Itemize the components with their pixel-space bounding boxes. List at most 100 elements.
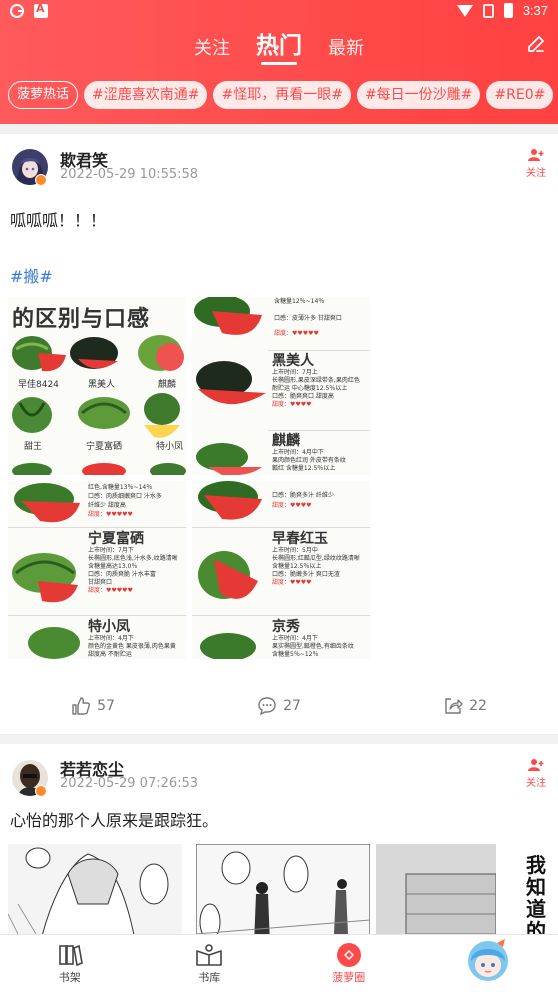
g-icon (10, 4, 24, 18)
manga-text-line: 我知 (526, 853, 546, 899)
comment-count: 27 (283, 698, 301, 714)
post-image[interactable] (8, 844, 182, 934)
tab-following[interactable]: 关注 (194, 34, 230, 64)
follow-label: 关注 (526, 778, 546, 789)
variety-line: 长椭圆形,底色浅,汁水多,纹路清晰 (88, 555, 178, 562)
hot-topics-label[interactable]: 菠萝热话 (8, 81, 79, 109)
variety-line: 甜度：♥♥♥♥ (272, 401, 312, 408)
post-tag[interactable]: #搬# (10, 263, 53, 287)
variety-line: 甜度：♥♥♥♥♥ (274, 330, 319, 337)
manga-panel-graphic (196, 844, 370, 934)
nav-bookshelf[interactable]: 书架 (0, 935, 140, 992)
nav-library[interactable]: 书库 (140, 935, 280, 992)
app-root: 3:37 关注 热门 最新 菠萝热话 #涩鹿喜欢南通# #怪耶，再看一眼# #每… (0, 0, 558, 992)
variety-row: 红色,含糖量13％~14％ 口感：肉质细嫩爽口 汁水多 纤维少 甜度高 甜度：♥… (88, 483, 186, 519)
share-button[interactable]: 22 (372, 691, 558, 721)
variety-line: 甜度：♥♥♥♥♥ (88, 587, 133, 594)
variety-line: 口感：皮薄汁多 甘甜爽口 (274, 315, 342, 322)
divider (8, 527, 186, 528)
pineapple-circle-icon (336, 943, 361, 967)
nav-profile[interactable] (419, 935, 558, 992)
tab-latest[interactable]: 最新 (328, 34, 364, 64)
variety-label: 麒麟 (158, 378, 176, 390)
variety-label: 特小凤 (156, 440, 183, 452)
variety-line: 纤维少 甜度高 (88, 502, 126, 509)
post-image[interactable]: 红色,含糖量13％~14％ 口感：肉质细嫩爽口 汁水多 纤维少 甜度高 甜度：♥… (8, 481, 186, 659)
variety-line: 上市时间：7月上 (272, 369, 318, 376)
wifi-icon (456, 4, 473, 17)
variety-line: 甜度：♥♥♥♥♥ (88, 511, 133, 518)
variety-line: 口感：脆爽多汁 纤维少 (272, 492, 334, 499)
post-text: 呱呱呱！！！ (10, 211, 107, 230)
watermelon-graphic (12, 393, 180, 438)
variety-table: 含糖量12％~14％ 口感：皮薄汁多 甘甜爽口 甜度：♥♥♥♥♥ 黑美人 上市时… (268, 297, 370, 475)
edit-icon[interactable] (526, 34, 546, 54)
watermelon-graphic (198, 481, 262, 659)
tab-hot[interactable]: 热门 (256, 26, 302, 65)
like-count: 57 (97, 698, 115, 714)
variety-line: 甘甜爽口 (88, 579, 113, 586)
divider (192, 615, 370, 616)
post-actions: 57 27 22 (0, 691, 558, 721)
follow-button[interactable]: 关注 (524, 758, 548, 789)
comment-button[interactable]: 27 (186, 691, 372, 721)
variety-line: 上市时间：4月下 (272, 635, 318, 642)
variety-row: 麒麟 上市时间：4月中下 果肉颜色红润 外皮带有条纹 瓤红 含糖量12.5％以上 (272, 433, 370, 473)
variety-label: 甜王 (24, 440, 42, 452)
manga-text: 我知 道的 (526, 854, 552, 934)
follow-label: 关注 (526, 168, 546, 179)
post-image[interactable]: 含糖量12％~14％ 口感：皮薄汁多 甘甜爽口 甜度：♥♥♥♥♥ 黑美人 上市时… (192, 297, 370, 475)
share-icon (445, 698, 463, 714)
bottom-nav: 书架 书库 菠萝圈 (0, 934, 558, 992)
variety-line: 口感：脆嫩多汁 爽口无渣 (272, 571, 340, 578)
variety-line: 长椭圆形,红瓤瓜型,绿纹纹路清晰 (272, 555, 360, 562)
nav-pineapple-circle[interactable]: 菠萝圈 (279, 935, 419, 992)
top-header: 3:37 关注 热门 最新 菠萝热话 #涩鹿喜欢南通# #怪耶，再看一眼# #每… (0, 0, 558, 124)
hot-topic-chip[interactable]: #涩鹿喜欢南通# (84, 81, 208, 109)
variety-row: 口感：脆爽多汁 纤维少 甜度：♥♥♥♥ (272, 491, 370, 511)
variety-line: 红色,含糖量13％~14％ (88, 484, 153, 491)
hot-topic-chip[interactable]: #怪耶，再看一眼# (213, 81, 351, 109)
post-image[interactable]: 我知 道的 (376, 844, 552, 934)
variety-line: 含糖量12.5％以上 (272, 563, 322, 570)
thumbs-up-icon (72, 697, 91, 715)
post-image[interactable]: 口感：脆爽多汁 纤维少 甜度：♥♥♥♥ 早春红玉 上市时间：5月中 长椭圆形,红… (192, 481, 370, 659)
status-bar: 3:37 (0, 0, 558, 24)
add-user-icon (528, 149, 544, 161)
post-feed[interactable]: 欺君笑 2022-05-29 10:55:58 关注 呱呱呱！！！ #搬# 的区… (0, 124, 558, 934)
feed-tabs: 关注 热门 最新 (0, 26, 558, 65)
battery-icon (503, 3, 513, 18)
nav-label: 书库 (198, 971, 221, 984)
variety-line: 上市时间：5月中 (272, 547, 318, 554)
variety-line: 瓤红 含糖量12.5％以上 (272, 465, 336, 472)
nav-label: 书架 (58, 971, 81, 984)
image-title: 的区别与口感 (12, 307, 151, 332)
variety-line: 耐贮运 中心糖度12.5％以上 (272, 385, 348, 392)
hot-topic-chip[interactable]: #每日一份沙雕# (356, 81, 481, 109)
variety-line: 长椭圆形,果皮深绿带条,果肉红色 (272, 377, 360, 384)
post-time: 2022-05-29 10:55:58 (60, 167, 199, 182)
variety-line: 上市时间：7月下 (88, 547, 134, 554)
hot-topics-row: 菠萝热话 #涩鹿喜欢南通# #怪耶，再看一眼# #每日一份沙雕# #RE0# (8, 81, 558, 109)
variety-line: 颜色的金黄色 果皮很薄,肉色果黄 (88, 643, 176, 650)
bookshelf-icon (58, 944, 83, 967)
divider (268, 430, 370, 431)
post-image[interactable] (196, 844, 370, 934)
profile-avatar-icon (468, 939, 509, 981)
hot-topic-chip[interactable]: #RE0# (486, 81, 554, 109)
variety-row: 特小凤 上市时间：4月下 颜色的金黄色 果皮很薄,肉色果黄 甜度高 不耐贮运 (88, 619, 186, 659)
like-button[interactable]: 57 (0, 691, 186, 721)
variety-name: 京秀 (272, 619, 300, 635)
variety-row: 宁夏富硒 上市时间：7月下 长椭圆形,底色浅,汁水多,纹路清晰 含糖量高达13.… (88, 531, 186, 595)
variety-line: 上市时间：4月下 (88, 635, 134, 642)
no-sim-icon (482, 3, 494, 18)
follow-button[interactable]: 关注 (524, 148, 548, 179)
post-image[interactable]: 的区别与口感 早佳8424 黑美人 麒麟 甜王 宁夏富硒 特小凤 (8, 297, 186, 475)
library-icon (196, 944, 223, 966)
variety-line: 甜度：♥♥♥♥ (272, 502, 312, 509)
comment-icon (258, 697, 276, 716)
watermelon-graphic (194, 297, 266, 475)
post-card: 欺君笑 2022-05-29 10:55:58 关注 呱呱呱！！！ #搬# 的区… (0, 134, 558, 734)
variety-table: 口感：脆爽多汁 纤维少 甜度：♥♥♥♥ 早春红玉 上市时间：5月中 长椭圆形,红… (192, 481, 370, 659)
nav-label: 菠萝圈 (332, 971, 366, 984)
